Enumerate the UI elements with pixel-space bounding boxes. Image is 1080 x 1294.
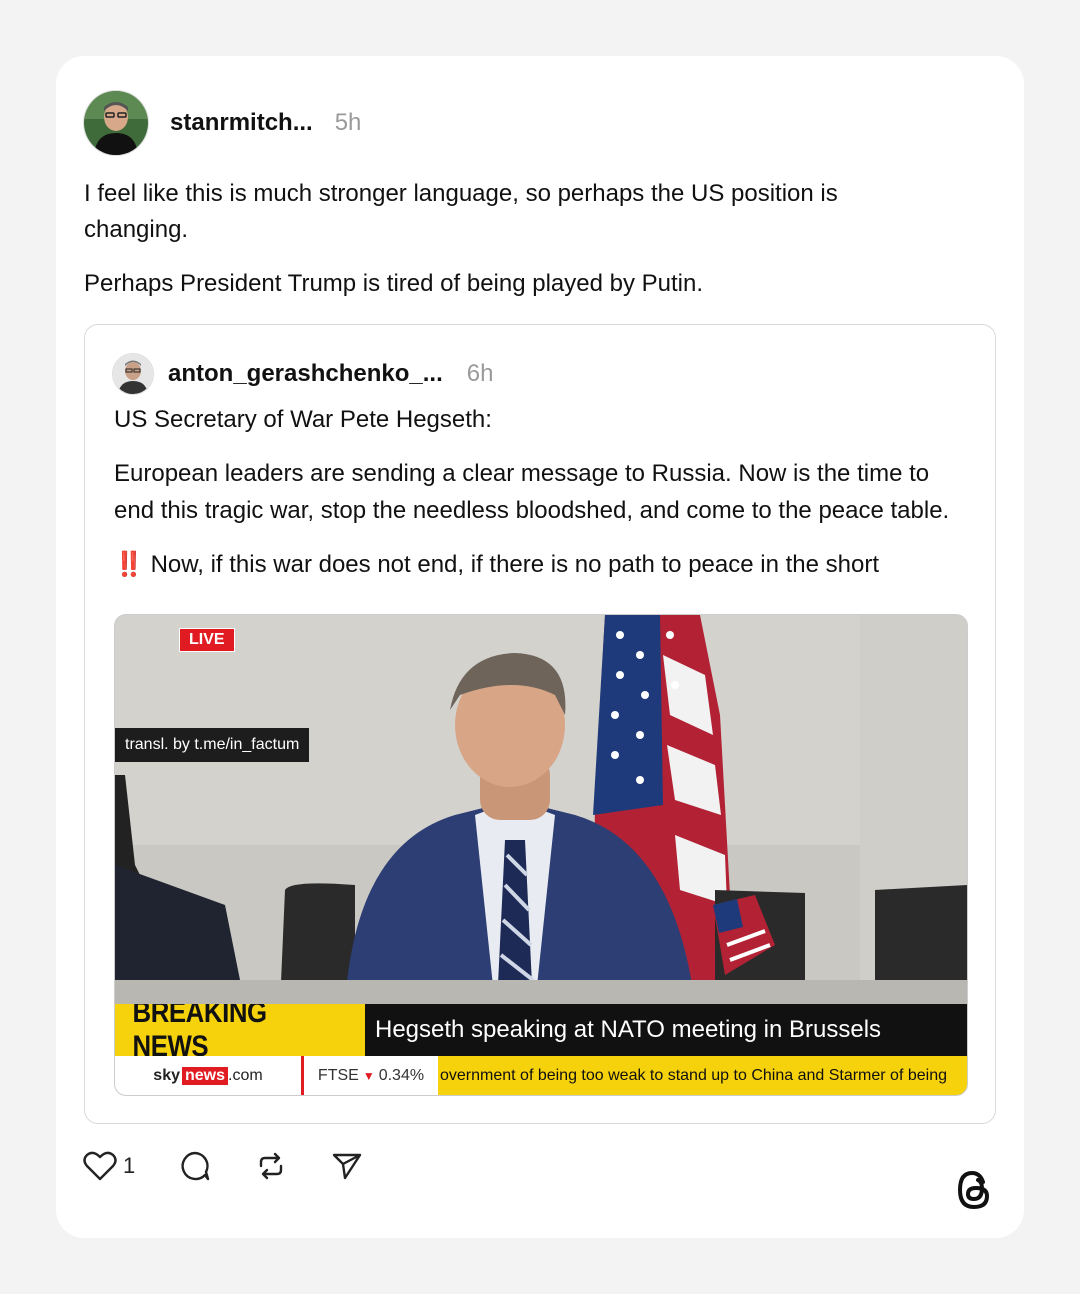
ftse-indicator: FTSE ▼ 0.34% (304, 1056, 438, 1095)
repost-button[interactable] (255, 1150, 287, 1182)
post-paragraph: I feel like this is much stronger langua… (84, 180, 838, 243)
repost-icon (255, 1150, 287, 1182)
ticker-text: overnment of being too weak to stand up … (438, 1056, 967, 1095)
post-author-name[interactable]: stanrmitch... (170, 109, 313, 137)
quoted-title-line: US Secretary of War Pete Hegseth: (114, 406, 492, 433)
brand-sky: sky (153, 1066, 180, 1084)
reply-button[interactable] (179, 1150, 211, 1182)
news-ticker: sky news .com FTSE ▼ 0.34% overnment of … (115, 1056, 967, 1095)
ftse-label: FTSE (317, 1066, 359, 1084)
live-badge: LIVE (179, 628, 235, 652)
breaking-news-label: BREAKING NEWS (132, 1004, 348, 1056)
comment-icon (179, 1150, 211, 1182)
post-header: stanrmitch... 5h (83, 90, 361, 156)
like-count: 1 (123, 1153, 136, 1178)
quoted-post[interactable]: anton_gerashchenko_... 6h US Secretary o… (84, 324, 996, 1124)
news-headline: Hegseth speaking at NATO meeting in Brus… (365, 1004, 967, 1056)
quoted-author-name[interactable]: anton_gerashchenko_... (168, 360, 443, 388)
post-card: stanrmitch... 5h I feel like this is muc… (56, 56, 1024, 1238)
send-icon (331, 1150, 363, 1182)
down-arrow-icon: ▼ (362, 1068, 375, 1083)
brand-com: .com (228, 1066, 263, 1084)
quoted-post-header: anton_gerashchenko_... 6h (112, 353, 493, 395)
breaking-news-label-box: BREAKING NEWS (115, 1004, 365, 1056)
video-player[interactable]: LIVE transl. by t.me/in_factum BREAKING … (114, 614, 968, 1096)
threads-logo-icon (954, 1168, 994, 1217)
post-paragraph: Perhaps President Trump is tired of bein… (84, 270, 704, 297)
share-button[interactable] (331, 1150, 363, 1182)
post-actions: 1 (83, 1150, 407, 1182)
breaking-news-bar: BREAKING NEWS Hegseth speaking at NATO m… (115, 1004, 967, 1056)
quoted-author-avatar[interactable] (112, 353, 154, 395)
post-body: I feel like this is much stronger langua… (84, 176, 904, 320)
quoted-post-body: US Secretary of War Pete Hegseth: Europe… (114, 401, 974, 583)
ftse-value: 0.34% (378, 1066, 425, 1084)
post-timestamp: 5h (334, 109, 362, 136)
brand-news: news (182, 1066, 229, 1085)
author-avatar[interactable] (83, 90, 149, 156)
double-exclamation-icon: ‼️ (114, 551, 144, 578)
quoted-truncated-line: ‼️ Now, if this war does not end, if the… (114, 546, 974, 583)
heart-icon (83, 1150, 117, 1182)
quoted-paragraph: European leaders are sending a clear mes… (114, 460, 950, 524)
quoted-timestamp: 6h (466, 360, 494, 387)
like-button[interactable]: 1 (83, 1150, 135, 1182)
skynews-logo: sky news .com (115, 1056, 304, 1095)
quoted-truncated-text: Now, if this war does not end, if there … (150, 551, 879, 578)
translation-credit: transl. by t.me/in_factum (115, 728, 310, 762)
